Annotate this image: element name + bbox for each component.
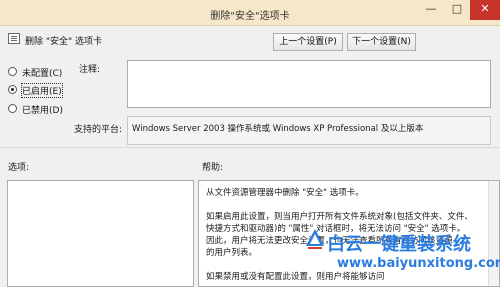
watermark-url: www.baiyunxitong.com (337, 256, 500, 271)
platform-label: 支持的平台: (74, 125, 123, 135)
divider (0, 147, 500, 148)
comment-label: 注释: (79, 65, 101, 75)
options-panel[interactable] (7, 180, 194, 287)
help-line: 如果禁用或没有配置此设置，则用户将能够访问 (206, 272, 385, 282)
platform-value: Windows Server 2003 操作系统或 Windows XP Pro… (132, 124, 424, 134)
next-setting-button[interactable]: 下一个设置(N) (347, 33, 416, 51)
close-button[interactable]: ✕ (470, 0, 500, 20)
maximize-button[interactable]: □ (444, 0, 470, 20)
radio-disabled-indicator[interactable] (8, 104, 17, 113)
radio-enabled-label: 已启用(E) (21, 83, 63, 98)
help-line: 如果启用此设置，则当用户打开所有文件系统对象(包括文件夹、文件、 (206, 212, 473, 222)
options-label: 选项: (8, 163, 30, 173)
help-line: 的用户列表。 (206, 248, 258, 258)
platform-field: Windows Server 2003 操作系统或 Windows XP Pro… (127, 116, 491, 145)
help-line: 从文件资源管理器中删除 "安全" 选项卡。 (206, 188, 364, 198)
policy-icon (8, 33, 20, 44)
radio-enabled-indicator[interactable] (8, 85, 17, 94)
policy-name: 删除 "安全" 选项卡 (25, 37, 103, 47)
watermark-logo (305, 228, 325, 250)
watermark-brand: 白云一键重装系统 (327, 234, 471, 255)
comment-field[interactable] (127, 60, 491, 108)
radio-disabled-label: 已禁用(D) (22, 106, 63, 116)
minimize-button[interactable]: — (418, 0, 444, 20)
help-label: 帮助: (202, 163, 224, 173)
previous-setting-button[interactable]: 上一个设置(P) (273, 33, 343, 51)
radio-not-configured-indicator[interactable] (8, 67, 17, 76)
radio-not-configured-label: 未配置(C) (22, 69, 63, 79)
